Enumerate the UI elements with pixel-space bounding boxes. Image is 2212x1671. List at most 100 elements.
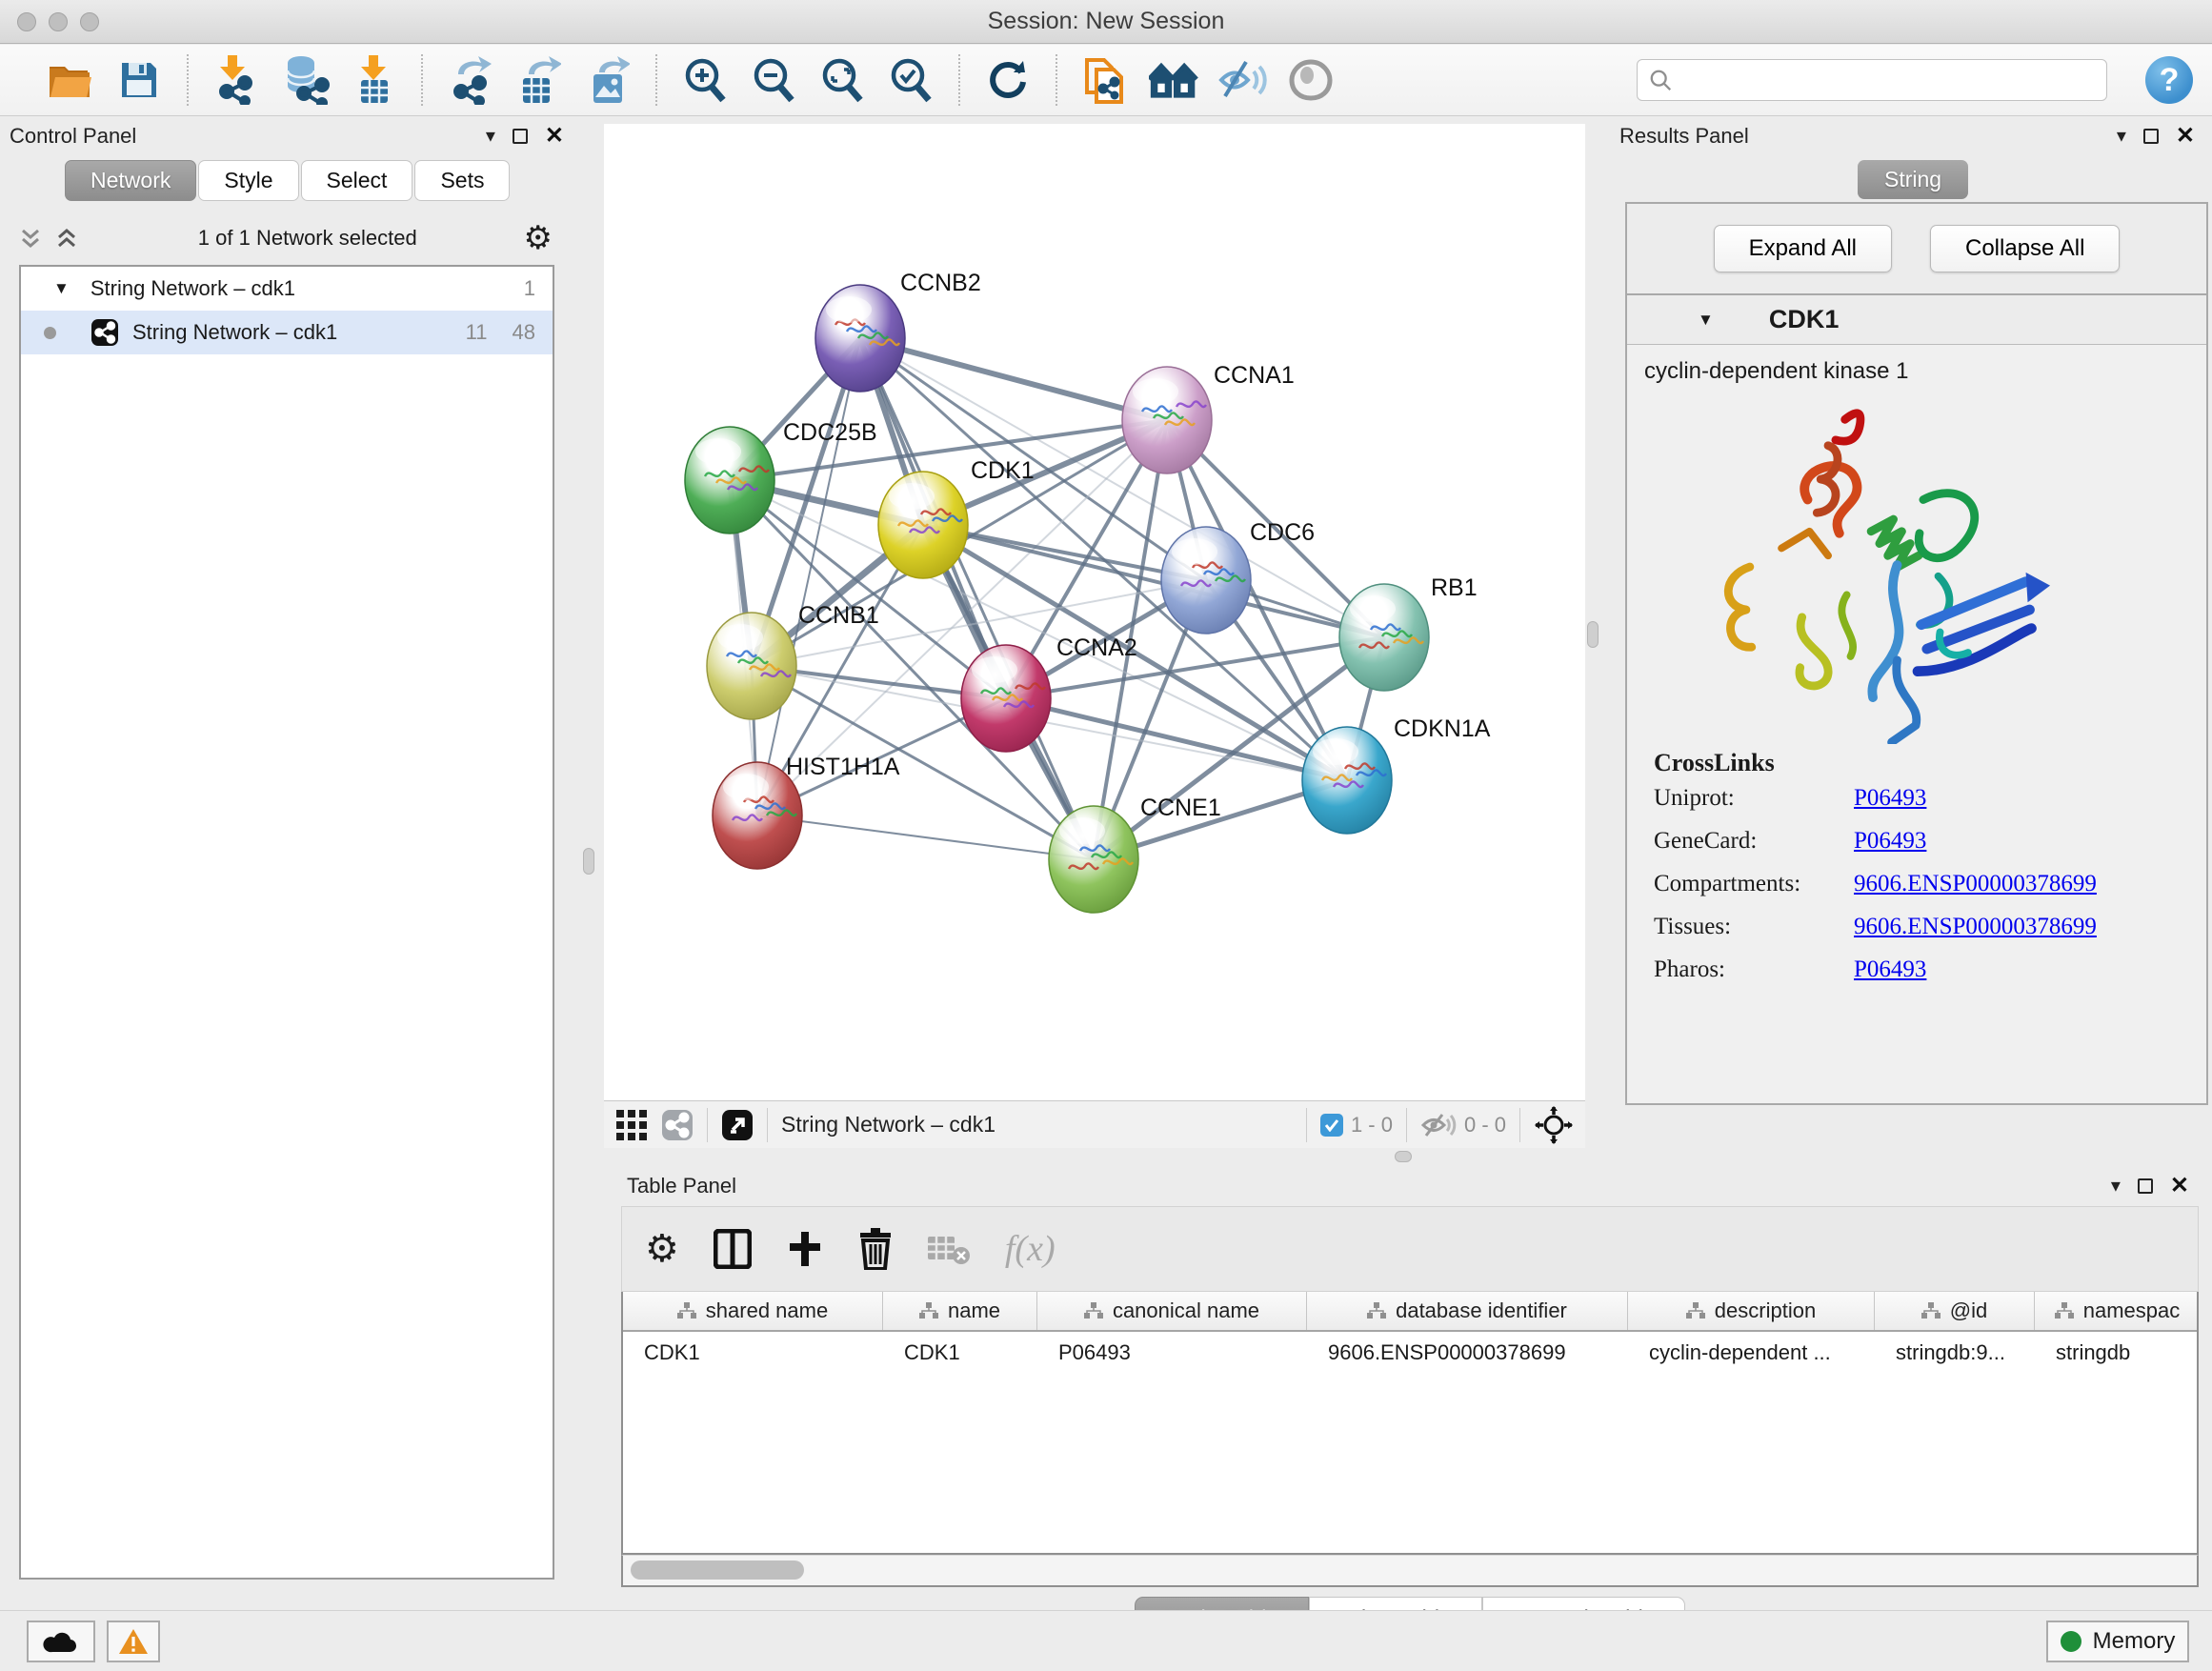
network-collection-row[interactable]: ▼ String Network – cdk1 1 xyxy=(21,267,553,311)
panel-collapse-icon[interactable]: ▾ xyxy=(486,124,495,148)
node-CDKN1A[interactable]: CDKN1A xyxy=(1302,715,1491,834)
import-network-file-button[interactable] xyxy=(211,55,261,105)
enable-glass-effect-button[interactable] xyxy=(1217,55,1267,105)
export-table-button[interactable] xyxy=(514,55,564,105)
right-splitter-handle[interactable] xyxy=(1587,621,1599,648)
highlight-button[interactable] xyxy=(1286,55,1336,105)
delete-table-icon[interactable] xyxy=(927,1233,971,1265)
node-CCNA1[interactable]: CCNA1 xyxy=(1122,362,1295,473)
warnings-button[interactable] xyxy=(107,1621,160,1662)
table-cell[interactable]: 9606.ENSP00000378699 xyxy=(1307,1332,1628,1374)
toolbar-search[interactable] xyxy=(1637,59,2107,101)
gene-header-row[interactable]: ▼ CDK1 xyxy=(1627,295,2206,345)
memory-button[interactable]: Memory xyxy=(2046,1621,2189,1662)
network-row-selected[interactable]: String Network – cdk1 11 48 xyxy=(21,311,553,354)
string-share-icon[interactable] xyxy=(661,1109,694,1141)
minimize-window-button[interactable] xyxy=(49,12,68,31)
table-cell[interactable]: cyclin-dependent ... xyxy=(1628,1332,1875,1374)
string-home-button[interactable] xyxy=(1149,55,1198,105)
save-session-button[interactable] xyxy=(114,55,164,105)
column-header--id[interactable]: @id xyxy=(1875,1292,2035,1330)
zoom-out-button[interactable] xyxy=(749,55,798,105)
function-builder-icon[interactable]: f(x) xyxy=(1005,1228,1056,1270)
network-edges[interactable] xyxy=(730,338,1384,859)
results-tab-string[interactable]: String xyxy=(1858,160,1968,199)
export-network-button[interactable] xyxy=(446,55,495,105)
tab-network[interactable]: Network xyxy=(65,160,196,201)
collection-expand-arrow-icon[interactable]: ▼ xyxy=(53,279,70,298)
export-image-button[interactable] xyxy=(583,55,633,105)
collapse-all-button[interactable]: Collapse All xyxy=(1930,225,2120,272)
table-horizontal-scrollbar[interactable] xyxy=(621,1555,2199,1587)
open-session-button[interactable] xyxy=(46,55,95,105)
zoom-in-button[interactable] xyxy=(680,55,730,105)
zoom-selected-button[interactable] xyxy=(886,55,935,105)
table-cell[interactable]: CDK1 xyxy=(623,1332,883,1374)
panel-collapse-icon[interactable]: ▾ xyxy=(2111,1174,2121,1198)
close-window-button[interactable] xyxy=(17,12,36,31)
panel-close-icon[interactable]: ✕ xyxy=(2176,122,2195,150)
table-cell[interactable]: stringdb xyxy=(2035,1332,2199,1374)
expand-all-chevron-icon[interactable] xyxy=(19,228,42,249)
panel-close-icon[interactable]: ✕ xyxy=(545,122,564,150)
collapse-all-chevron-icon[interactable] xyxy=(55,228,78,249)
birds-eye-view-icon[interactable] xyxy=(615,1109,648,1141)
edge-HIST1H1A-CCNE1[interactable] xyxy=(757,815,1094,859)
panel-float-icon[interactable] xyxy=(2143,129,2159,144)
table-cell[interactable]: CDK1 xyxy=(883,1332,1037,1374)
column-header-namespac[interactable]: namespac xyxy=(2035,1292,2199,1330)
tab-sets[interactable]: Sets xyxy=(414,160,510,201)
node-table[interactable]: shared namenamecanonical namedatabase id… xyxy=(621,1292,2199,1555)
column-header-canonical-name[interactable]: canonical name xyxy=(1037,1292,1307,1330)
crosslink-link[interactable]: 9606.ENSP00000378699 xyxy=(1854,871,2097,897)
gene-expand-arrow-icon[interactable]: ▼ xyxy=(1698,311,1714,330)
panel-collapse-icon[interactable]: ▾ xyxy=(2117,124,2126,148)
table-cell[interactable]: P06493 xyxy=(1037,1332,1307,1374)
crosslink-link[interactable]: P06493 xyxy=(1854,828,1926,855)
panel-float-icon[interactable] xyxy=(513,129,528,144)
node-RB1[interactable]: RB1 xyxy=(1339,574,1478,691)
node-CCNB1[interactable]: CCNB1 xyxy=(707,602,879,719)
import-table-file-button[interactable] xyxy=(349,55,398,105)
refresh-view-button[interactable] xyxy=(983,55,1033,105)
open-external-icon[interactable] xyxy=(721,1109,754,1141)
column-header-name[interactable]: name xyxy=(883,1292,1037,1330)
expand-all-button[interactable]: Expand All xyxy=(1714,225,1892,272)
string-network-graph[interactable]: CCNB2CCNA1CDC25BCDK1CDC6RB1CCNB1CCNA2CDK… xyxy=(604,124,1585,1100)
gear-icon[interactable]: ⚙ xyxy=(524,222,553,254)
crosslink-link[interactable]: P06493 xyxy=(1854,956,1926,983)
crosslink-link[interactable]: P06493 xyxy=(1854,785,1926,812)
table-settings-gear-icon[interactable]: ⚙ xyxy=(645,1230,679,1268)
column-header-description[interactable]: description xyxy=(1628,1292,1875,1330)
network-canvas[interactable]: CCNB2CCNA1CDC25BCDK1CDC6RB1CCNB1CCNA2CDK… xyxy=(604,124,1585,1100)
zoom-fit-button[interactable] xyxy=(817,55,867,105)
edge-CCNB2-HIST1H1A[interactable] xyxy=(757,338,860,815)
table-row[interactable]: CDK1CDK1P064939606.ENSP00000378699cyclin… xyxy=(623,1332,2197,1374)
node-CDK1[interactable]: CDK1 xyxy=(878,457,1035,578)
column-header-database-identifier[interactable]: database identifier xyxy=(1307,1292,1628,1330)
edge-CCNB2-CCNE1[interactable] xyxy=(860,338,1094,859)
search-input[interactable] xyxy=(1681,68,2095,92)
panel-float-icon[interactable] xyxy=(2138,1178,2153,1194)
node-CCNE1[interactable]: CCNE1 xyxy=(1049,795,1221,913)
scrollbar-thumb[interactable] xyxy=(631,1560,804,1580)
traffic-lights[interactable] xyxy=(17,12,99,31)
column-header-shared-name[interactable]: shared name xyxy=(623,1292,883,1330)
select-columns-icon[interactable] xyxy=(714,1229,752,1269)
table-cell[interactable]: stringdb:9... xyxy=(1875,1332,2035,1374)
add-column-plus-icon[interactable] xyxy=(786,1230,824,1268)
selected-checkbox[interactable] xyxy=(1320,1114,1343,1137)
import-network-database-button[interactable] xyxy=(280,55,330,105)
crosslink-link[interactable]: 9606.ENSP00000378699 xyxy=(1854,914,2097,940)
left-splitter-handle[interactable] xyxy=(583,848,594,875)
delete-column-trash-icon[interactable] xyxy=(858,1228,893,1270)
help-button[interactable]: ? xyxy=(2145,56,2193,104)
tab-select[interactable]: Select xyxy=(301,160,413,201)
node-HIST1H1A[interactable]: HIST1H1A xyxy=(713,754,900,869)
zoom-window-button[interactable] xyxy=(80,12,99,31)
node-CDC25B[interactable]: CDC25B xyxy=(685,419,877,534)
panel-close-icon[interactable]: ✕ xyxy=(2170,1172,2189,1199)
tab-style[interactable]: Style xyxy=(198,160,298,201)
pan-crosshair-icon[interactable] xyxy=(1534,1105,1574,1145)
hidden-eye-slash-icon[interactable] xyxy=(1420,1112,1457,1138)
